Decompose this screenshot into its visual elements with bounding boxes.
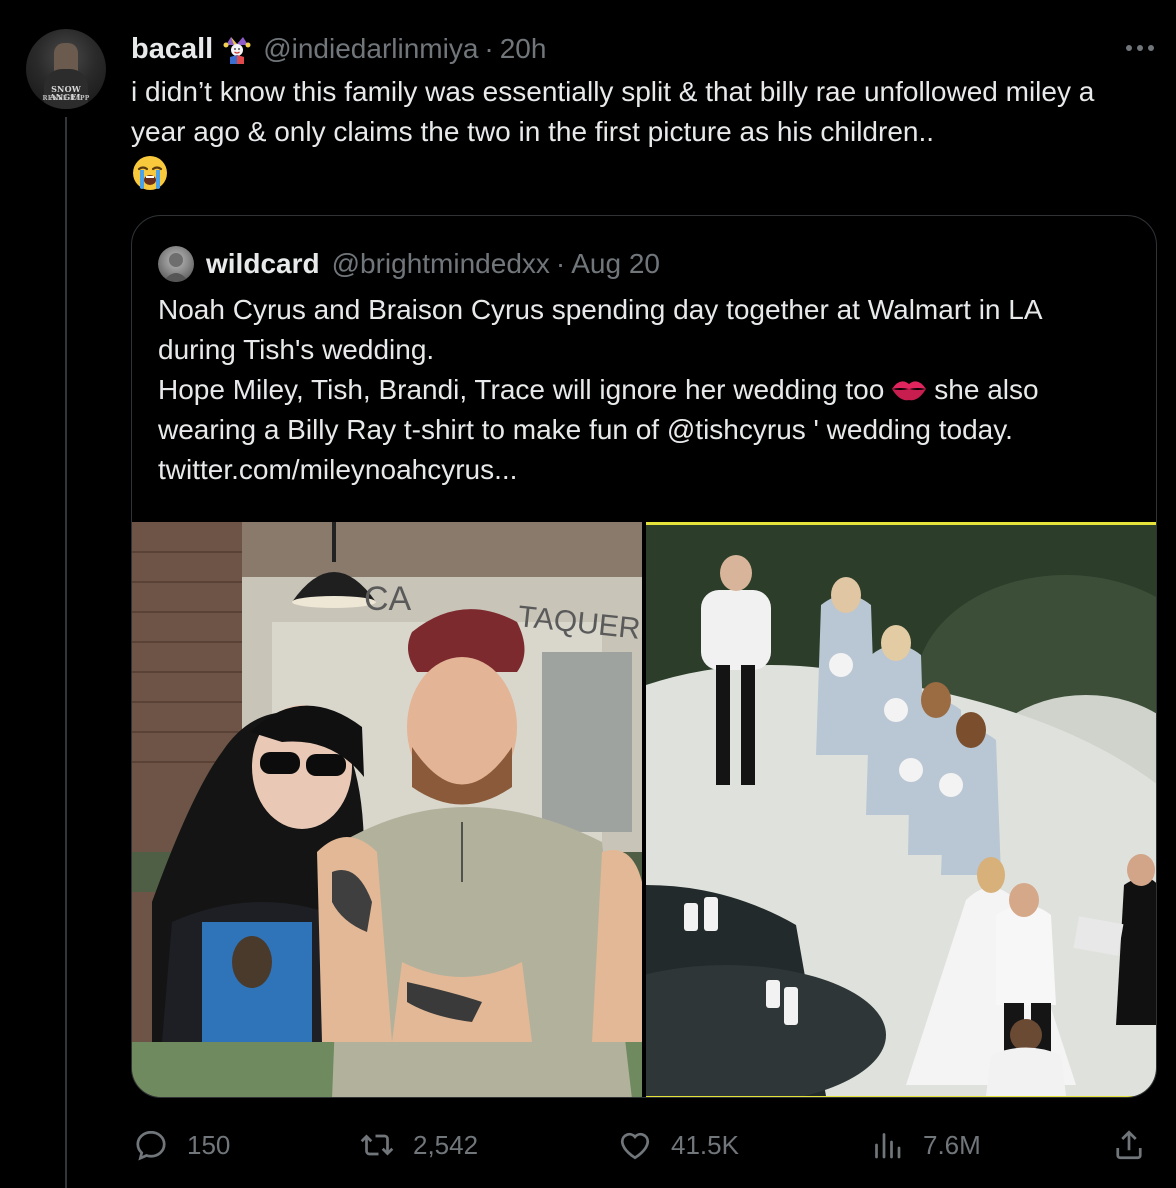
- quote-line-2: during Tish's wedding.: [158, 334, 435, 365]
- quote-line-3a: Hope Miley, Tish, Brandi, Trace will ign…: [158, 374, 885, 405]
- kiss-mark-icon: [890, 374, 928, 402]
- quote-line-5[interactable]: twitter.com/mileynoahcyrus...: [158, 450, 1148, 490]
- tweet-header: bacall @indiedarlinmiya · 20h: [131, 30, 546, 68]
- author-display-name[interactable]: bacall: [131, 33, 213, 66]
- thread-line: [65, 117, 67, 1188]
- quote-date[interactable]: Aug 20: [571, 248, 660, 280]
- photo-wedding-aerial[interactable]: [646, 522, 1156, 1097]
- quote-header: wildcard @brightmindedxx · Aug 20: [206, 244, 660, 284]
- meta-separator: ·: [484, 33, 494, 64]
- reply-icon: [136, 1130, 166, 1161]
- tweet-text: i didn’t know this family was essentiall…: [131, 76, 1095, 147]
- reply-count: 150: [187, 1129, 231, 1160]
- reply-button[interactable]: 150: [133, 1120, 230, 1170]
- action-bar: 150 2,542 41.5K 7.6M: [131, 1120, 1161, 1170]
- quote-separator: ·: [555, 248, 566, 279]
- author-handle[interactable]: @indiedarlinmiya: [263, 33, 478, 65]
- jester-emoji-icon: [223, 34, 251, 64]
- quote-line-1: Noah Cyrus and Braison Cyrus spending da…: [158, 294, 1043, 325]
- views-chart-icon: [875, 1133, 901, 1159]
- share-icon: [1116, 1130, 1142, 1160]
- author-avatar[interactable]: SNOW ANGEL RENEE RAPP: [26, 29, 106, 109]
- avatar-caption-2: RENEE RAPP: [42, 95, 90, 102]
- quote-text: Noah Cyrus and Braison Cyrus spending da…: [158, 290, 1148, 490]
- like-button[interactable]: 41.5K: [617, 1120, 739, 1170]
- photo-siblings-restaurant[interactable]: CA TAQUERIA: [132, 522, 642, 1097]
- views-button[interactable]: 7.6M: [869, 1120, 981, 1170]
- repost-icon: [360, 1134, 394, 1156]
- quote-line-3: Hope Miley, Tish, Brandi, Trace will ign…: [158, 370, 1148, 410]
- quote-line-4: wearing a Billy Ray t-shirt to make fun …: [158, 414, 1013, 445]
- quote-line-3b: she also: [934, 374, 1039, 405]
- quote-display-name[interactable]: wildcard: [206, 248, 320, 280]
- repost-count: 2,542: [413, 1129, 479, 1160]
- more-options-button[interactable]: [1122, 30, 1158, 66]
- views-count: 7.6M: [923, 1129, 981, 1160]
- repost-button[interactable]: 2,542: [359, 1120, 478, 1170]
- quote-author-avatar[interactable]: [158, 246, 194, 282]
- loudly-crying-face-icon: [131, 154, 169, 192]
- more-horizontal-icon: [1126, 45, 1154, 51]
- like-count: 41.5K: [671, 1129, 739, 1160]
- tweet-time[interactable]: 20h: [500, 33, 547, 65]
- quoted-tweet[interactable]: wildcard @brightmindedxx · Aug 20 Noah C…: [131, 215, 1157, 1098]
- sign-text-left: CA: [364, 580, 412, 618]
- quote-handle[interactable]: @brightmindedxx: [332, 248, 550, 280]
- heart-icon: [620, 1132, 650, 1160]
- share-button[interactable]: [1111, 1120, 1165, 1170]
- quote-media: CA TAQUERIA: [132, 522, 1156, 1097]
